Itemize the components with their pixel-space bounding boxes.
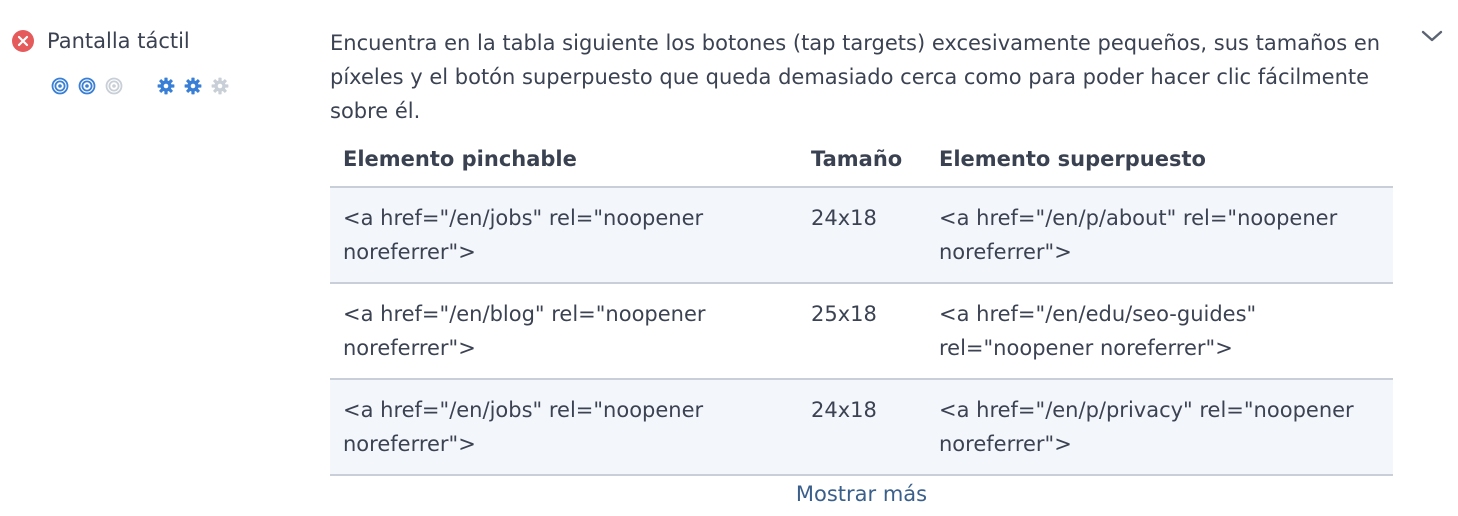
tappable-element-cell: <a href="/en/blog" rel="noopener norefer… bbox=[330, 283, 798, 380]
table-row: <a href="/en/blog" rel="noopener norefer… bbox=[330, 283, 1393, 380]
size-cell: 25x18 bbox=[798, 283, 926, 380]
chevron-down-icon[interactable] bbox=[1419, 24, 1445, 48]
importance-rating bbox=[51, 75, 132, 97]
column-header-size: Tamaño bbox=[798, 139, 926, 188]
target-icon bbox=[51, 77, 69, 95]
show-more-container: Mostrar más bbox=[330, 479, 1393, 509]
overlapping-element-cell: <a href="/en/p/privacy" rel="noopener no… bbox=[926, 379, 1393, 476]
column-header-overlapping-element: Elemento superpuesto bbox=[926, 139, 1393, 188]
check-title: Pantalla táctil bbox=[47, 29, 190, 53]
table-row: <a href="/en/jobs" rel="noopener norefer… bbox=[330, 187, 1393, 284]
check-sidebar: Pantalla táctil bbox=[0, 0, 300, 516]
gear-icon bbox=[184, 77, 202, 95]
tappable-element-cell: <a href="/en/jobs" rel="noopener norefer… bbox=[330, 187, 798, 284]
target-icon bbox=[78, 77, 96, 95]
show-more-link[interactable]: Mostrar más bbox=[796, 479, 927, 509]
table-header-row: Elemento pinchable Tamaño Elemento super… bbox=[330, 139, 1393, 188]
check-description: Encuentra en la tabla siguiente los boto… bbox=[330, 31, 1381, 123]
target-icon bbox=[105, 77, 123, 95]
difficulty-rating bbox=[157, 75, 238, 97]
size-cell: 24x18 bbox=[798, 379, 926, 476]
size-cell: 24x18 bbox=[798, 187, 926, 284]
overlapping-element-cell: <a href="/en/p/about" rel="noopener nore… bbox=[926, 187, 1393, 284]
tappable-element-cell: <a href="/en/jobs" rel="noopener norefer… bbox=[330, 379, 798, 476]
overlapping-element-cell: <a href="/en/edu/seo-guides" rel="noopen… bbox=[926, 283, 1393, 380]
column-header-tappable-element: Elemento pinchable bbox=[330, 139, 798, 188]
check-content: Encuentra en la tabla siguiente los boto… bbox=[330, 26, 1394, 509]
table-row: <a href="/en/jobs" rel="noopener norefer… bbox=[330, 379, 1393, 476]
error-x-icon bbox=[12, 30, 34, 52]
tap-targets-table: Elemento pinchable Tamaño Elemento super… bbox=[330, 139, 1393, 476]
gear-icon bbox=[211, 77, 229, 95]
gear-icon bbox=[157, 77, 175, 95]
